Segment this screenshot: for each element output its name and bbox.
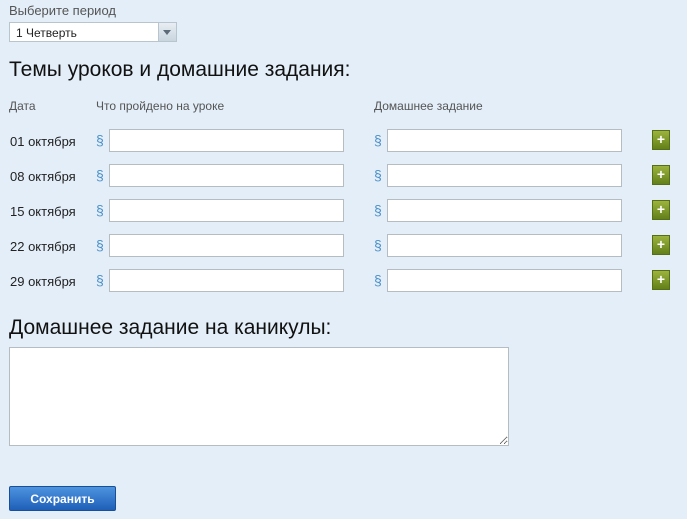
add-button[interactable]: + xyxy=(652,270,670,290)
lesson-date: 01 октября xyxy=(10,134,76,149)
lesson-row: 22 октября § § + xyxy=(0,234,687,258)
topic-input[interactable] xyxy=(109,164,344,187)
lesson-date: 15 октября xyxy=(10,204,76,219)
section-sign-icon[interactable]: § xyxy=(96,132,104,148)
column-header-homework: Домашнее задание xyxy=(374,99,483,113)
add-button[interactable]: + xyxy=(652,200,670,220)
vacation-homework-textarea[interactable] xyxy=(9,347,509,446)
column-header-date: Дата xyxy=(9,99,36,113)
period-select-value: 1 Четверть xyxy=(16,26,77,40)
homework-input[interactable] xyxy=(387,164,622,187)
chevron-down-icon[interactable] xyxy=(158,23,176,41)
save-button[interactable]: Сохранить xyxy=(9,486,116,511)
section-sign-icon[interactable]: § xyxy=(374,272,382,288)
lesson-row: 01 октября § § + xyxy=(0,129,687,153)
section-sign-icon[interactable]: § xyxy=(374,237,382,253)
column-header-topic: Что пройдено на уроке xyxy=(96,99,225,113)
topic-input[interactable] xyxy=(109,129,344,152)
add-button[interactable]: + xyxy=(652,130,670,150)
homework-input[interactable] xyxy=(387,129,622,152)
topic-input[interactable] xyxy=(109,199,344,222)
lessons-title: Темы уроков и домашние задания: xyxy=(9,58,351,81)
section-sign-icon[interactable]: § xyxy=(96,202,104,218)
lesson-date: 22 октября xyxy=(10,239,76,254)
section-sign-icon[interactable]: § xyxy=(374,202,382,218)
lesson-date: 29 октября xyxy=(10,274,76,289)
vacation-title: Домашнее задание на каникулы: xyxy=(9,316,332,339)
section-sign-icon[interactable]: § xyxy=(96,167,104,183)
section-sign-icon[interactable]: § xyxy=(96,237,104,253)
add-button[interactable]: + xyxy=(652,165,670,185)
lesson-row: 29 октября § § + xyxy=(0,269,687,293)
topic-input[interactable] xyxy=(109,234,344,257)
homework-input[interactable] xyxy=(387,269,622,292)
section-sign-icon[interactable]: § xyxy=(374,132,382,148)
lesson-row: 08 октября § § + xyxy=(0,164,687,188)
period-label: Выберите период xyxy=(9,3,116,18)
section-sign-icon[interactable]: § xyxy=(374,167,382,183)
topic-input[interactable] xyxy=(109,269,344,292)
lesson-date: 08 октября xyxy=(10,169,76,184)
period-select[interactable]: 1 Четверть xyxy=(9,22,177,42)
lesson-row: 15 октября § § + xyxy=(0,199,687,223)
homework-input[interactable] xyxy=(387,199,622,222)
section-sign-icon[interactable]: § xyxy=(96,272,104,288)
add-button[interactable]: + xyxy=(652,235,670,255)
homework-input[interactable] xyxy=(387,234,622,257)
